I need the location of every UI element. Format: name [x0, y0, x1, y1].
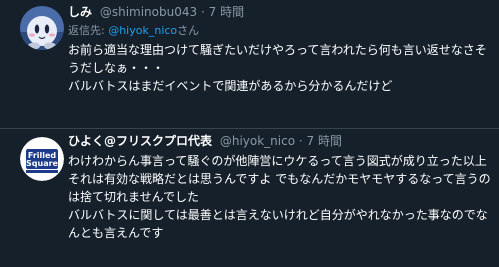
reply-mention-link[interactable]: @hiyok_nico — [108, 24, 177, 37]
tweet-text-line: バルバトスはまだイベントで関連があるから分かるんだけど — [68, 79, 393, 93]
tweet-text-line: うだしなぁ・・・ — [68, 61, 165, 75]
kirby-avatar-icon — [20, 6, 64, 50]
tweet[interactable]: しみ @shiminobu043 · 7 時間 返信先: @hiyok_nico… — [0, 0, 499, 128]
separator-dot: · — [200, 5, 205, 19]
tweet-text-line: んとも言えんです — [68, 226, 164, 240]
tweet-text-line: わけわからん事言って騒ぐのが他陣営にウケるって言う図式が成り立った以上 — [68, 154, 487, 168]
reply-suffix: さん — [177, 24, 200, 37]
display-name[interactable]: ひよく@フリスクプロ代表 — [68, 134, 212, 148]
timestamp[interactable]: 7 時間 — [307, 134, 342, 148]
tweet-text-line: お前ら適当な理由つけて騒ぎたいだけやろって言われたら何も言い返せなさそ — [68, 43, 487, 57]
avatar[interactable] — [20, 6, 64, 50]
tweet[interactable]: Frilled Square ひよく@フリスクプロ代表 @hiyok_nico … — [0, 129, 499, 267]
reply-prefix: 返信先: — [68, 24, 109, 37]
logo-text-bottom: Square — [26, 159, 59, 168]
frilled-square-logo-icon: Frilled Square — [20, 137, 64, 181]
tweet-text-line: バルバトスに関しては最善とは言えないけれど自分がやれなかった事なのでな — [68, 208, 488, 222]
display-name[interactable]: しみ — [68, 5, 92, 19]
avatar[interactable]: Frilled Square — [20, 137, 64, 181]
tweet-text-line: は捨て切れませんでした — [68, 190, 200, 204]
tweet-text: わけわからん事言って騒ぐのが他陣営にウケるって言う図式が成り立った以上 それは有… — [68, 152, 491, 242]
timestamp[interactable]: 7 時間 — [209, 5, 244, 19]
tweet-text: お前ら適当な理由つけて騒ぎたいだけやろって言われたら何も言い返せなさそ うだしな… — [68, 41, 491, 95]
reply-to: 返信先: @hiyok_nicoさん — [68, 23, 491, 39]
user-handle[interactable]: @shiminobu043 — [100, 5, 197, 19]
tweet-text-line: それは有効な戦略だとは思うんですよ でもなんだかモヤモヤするなって言うの — [68, 172, 491, 186]
separator-dot: · — [298, 134, 303, 148]
user-handle[interactable]: @hiyok_nico — [220, 134, 295, 148]
